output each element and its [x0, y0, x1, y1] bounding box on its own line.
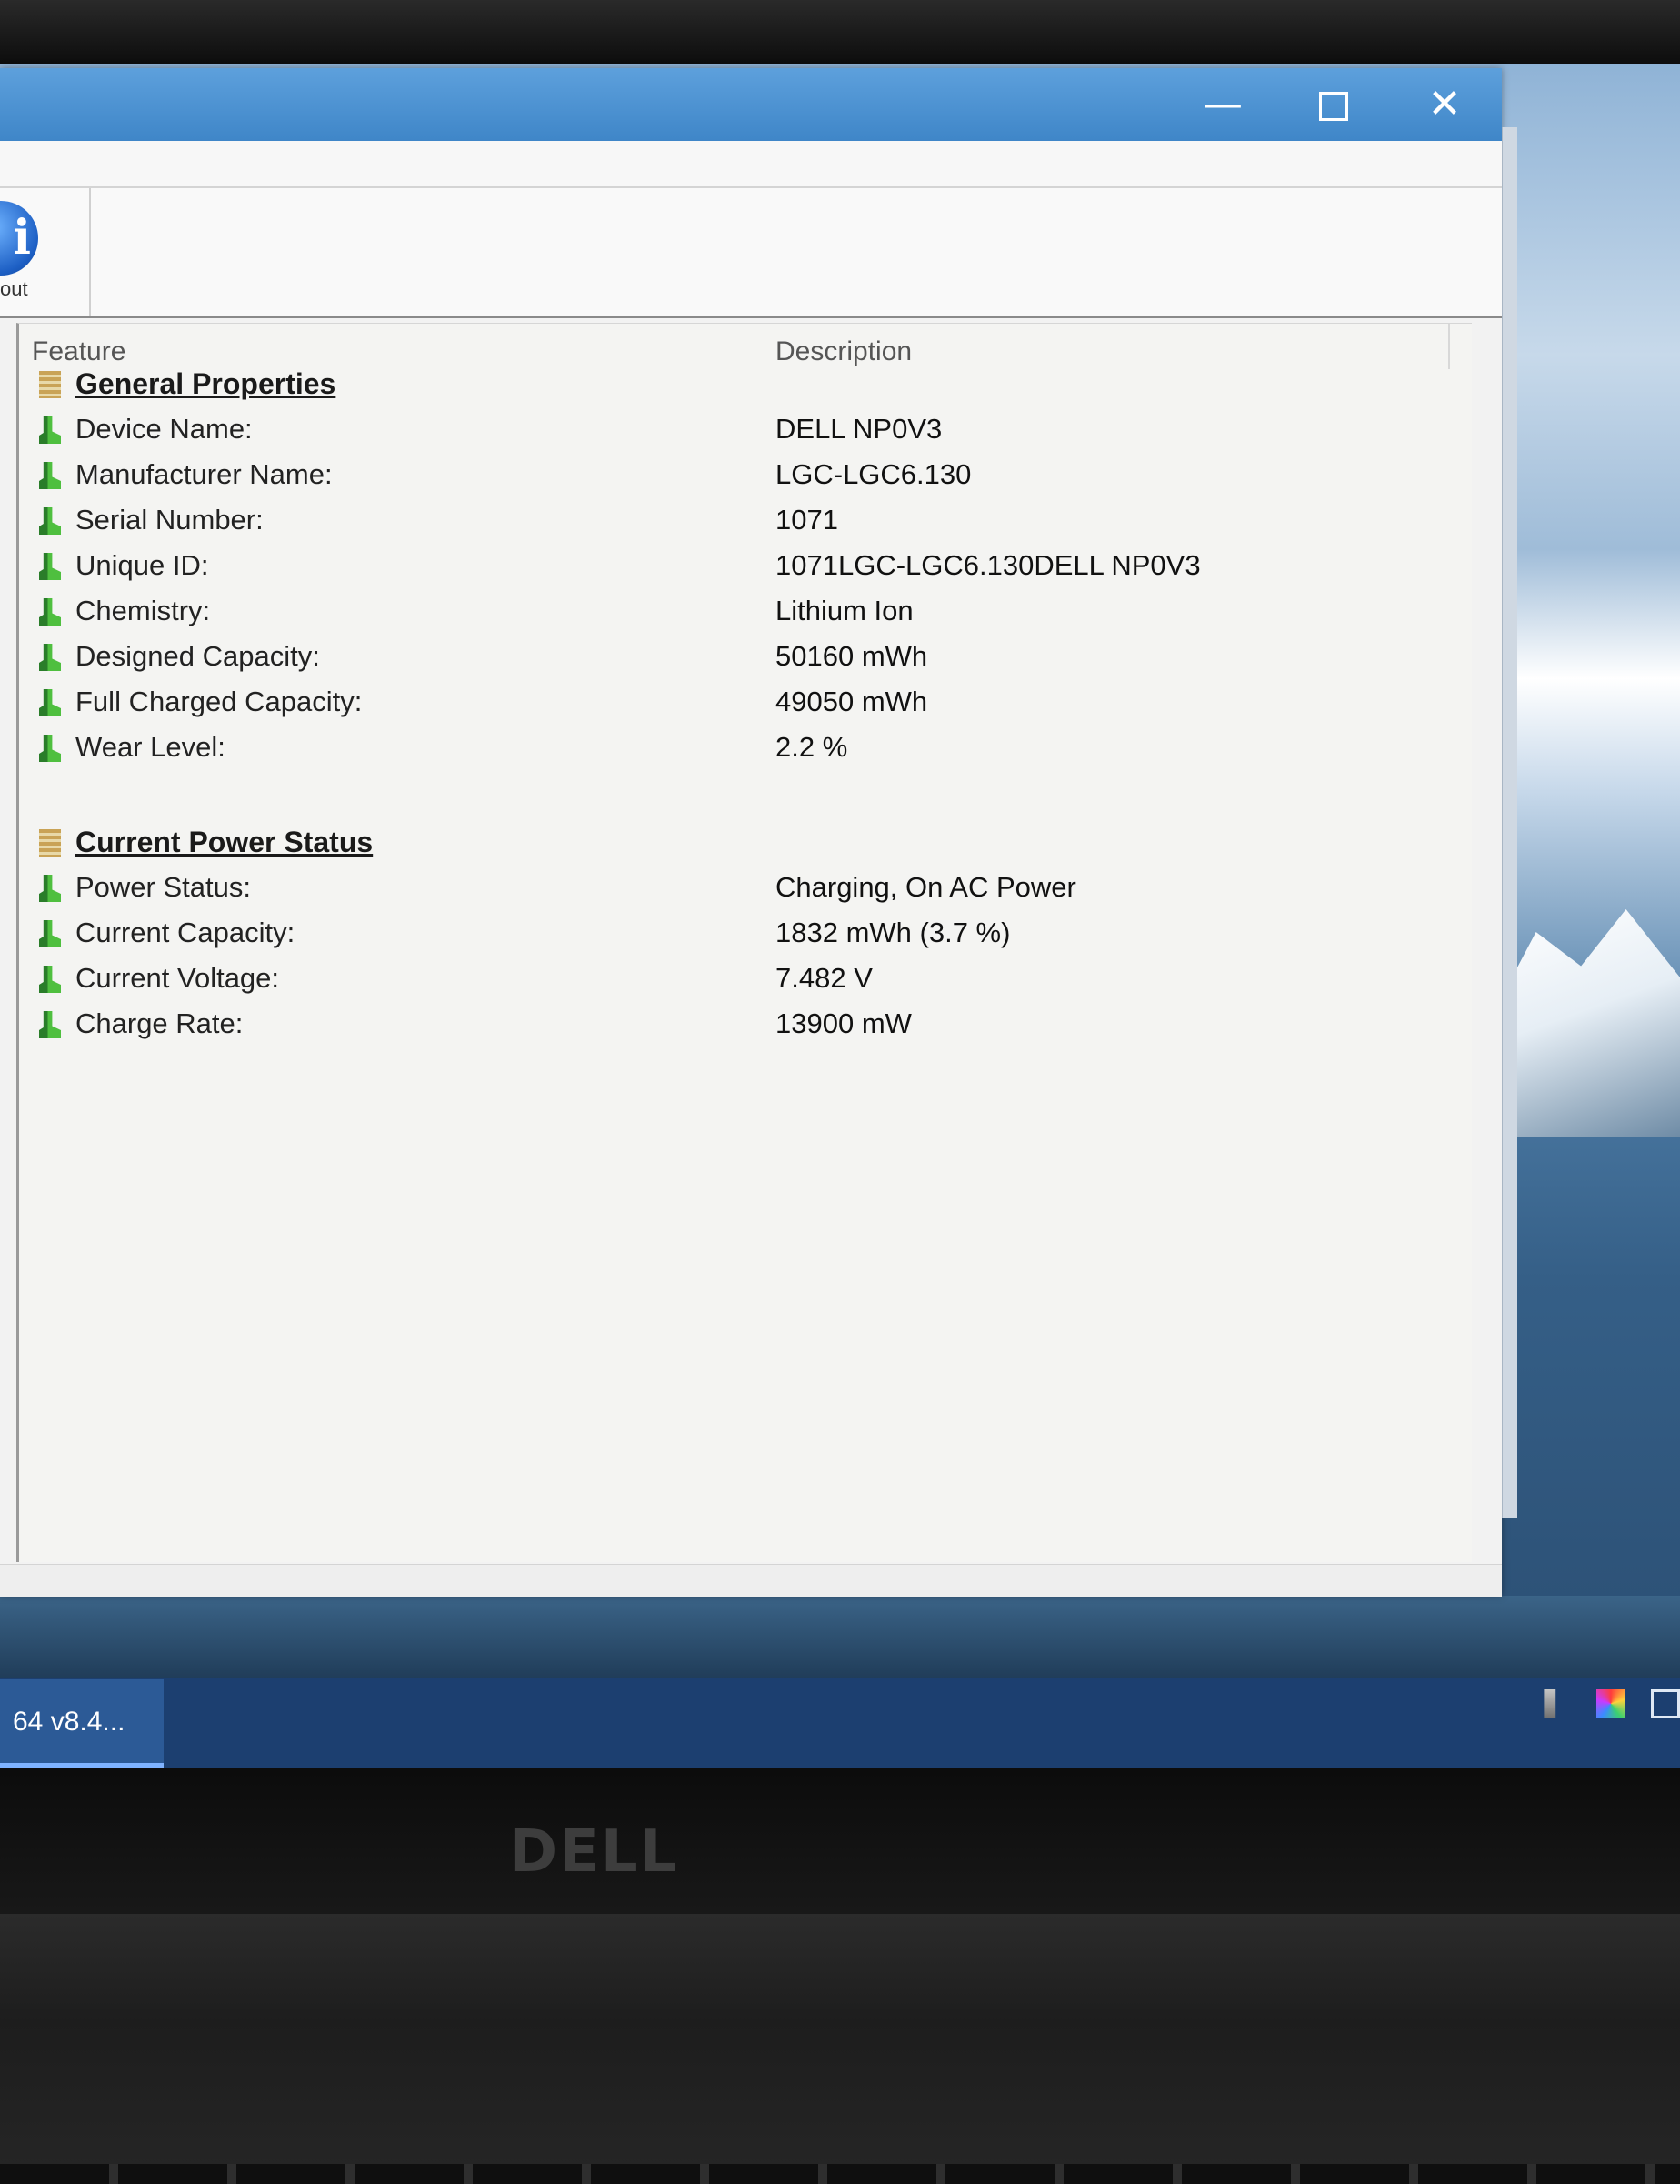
feature-label: Unique ID: — [75, 549, 209, 581]
list-item[interactable]: Power Status: Charging, On AC Power — [32, 871, 1305, 907]
folder-group-icon — [39, 829, 61, 857]
list-item[interactable]: Device Name: DELL NP0V3 — [32, 413, 1305, 449]
list-item[interactable]: Designed Capacity: 50160 mWh — [32, 640, 1305, 676]
feature-label: Current Voltage: — [75, 962, 280, 994]
laptop-chassis — [0, 1914, 1680, 2184]
maximize-icon — [1319, 92, 1348, 121]
feature-value: LGC-LGC6.130 — [775, 458, 972, 490]
feature-value: 13900 mW — [775, 1007, 912, 1039]
wallpaper-sea — [0, 1596, 1680, 1682]
battery-leaf-icon — [39, 735, 61, 762]
list-item[interactable]: Current Capacity: 1832 mWh (3.7 %) — [32, 917, 1305, 953]
maximize-button[interactable] — [1284, 77, 1384, 132]
feature-label: Wear Level: — [75, 731, 225, 763]
battery-leaf-icon — [39, 507, 61, 535]
close-button[interactable]: ✕ — [1395, 77, 1495, 132]
keyboard-top-row — [0, 2164, 1680, 2184]
taskbar-item-active[interactable]: 64 v8.4... — [0, 1679, 164, 1768]
battery-info-window: — ✕ i out Feature Description General Pr… — [0, 68, 1502, 1597]
folder-group-icon — [39, 371, 61, 398]
battery-leaf-icon — [39, 416, 61, 444]
feature-label: Chemistry: — [75, 595, 211, 626]
background-window-edge — [1502, 127, 1517, 1518]
feature-list: Feature Description General Properties D… — [16, 323, 1472, 1562]
dell-logo: DELL — [509, 1818, 679, 1886]
feature-label: Charge Rate: — [75, 1007, 244, 1039]
group-general-properties[interactable]: General Properties — [32, 367, 1305, 404]
about-button-label: out — [0, 277, 28, 300]
window-titlebar[interactable]: — ✕ — [0, 68, 1502, 141]
toolbar: i out — [0, 188, 1502, 318]
menu-bar — [0, 141, 1502, 188]
feature-value: DELL NP0V3 — [775, 413, 943, 445]
list-item[interactable]: Chemistry: Lithium Ion — [32, 595, 1305, 631]
feature-value: 1071LGC-LGC6.130DELL NP0V3 — [775, 549, 1201, 581]
feature-value: 50160 mWh — [775, 640, 928, 672]
feature-value: 1832 mWh (3.7 %) — [775, 917, 1011, 948]
list-item[interactable]: Serial Number: 1071 — [32, 504, 1305, 540]
list-item[interactable]: Current Voltage: 7.482 V — [32, 962, 1305, 998]
feature-label: Power Status: — [75, 871, 251, 903]
feature-label: Serial Number: — [75, 504, 264, 536]
battery-leaf-icon — [39, 598, 61, 626]
feature-label: Full Charged Capacity: — [75, 686, 363, 717]
feature-value: 49050 mWh — [775, 686, 928, 717]
group-title: General Properties — [75, 367, 336, 400]
list-item[interactable]: Charge Rate: 13900 mW — [32, 1007, 1305, 1044]
column-header-description[interactable]: Description — [775, 336, 912, 367]
color-tray-icon[interactable] — [1596, 1689, 1625, 1718]
feature-label: Current Capacity: — [75, 917, 295, 948]
battery-leaf-icon — [39, 966, 61, 993]
list-item[interactable]: Wear Level: 2.2 % — [32, 731, 1305, 767]
laptop-bezel-bottom — [0, 1768, 1680, 1914]
about-button[interactable]: i out — [0, 188, 91, 316]
taskbar-item-label: 64 v8.4... — [13, 1707, 125, 1737]
feature-value: 2.2 % — [775, 731, 848, 763]
battery-leaf-icon — [39, 462, 61, 489]
status-bar — [0, 1564, 1502, 1597]
battery-leaf-icon — [39, 1011, 61, 1038]
feature-value: Charging, On AC Power — [775, 871, 1076, 903]
minimize-button[interactable]: — — [1173, 77, 1273, 132]
laptop-bezel-top — [0, 0, 1680, 64]
list-item[interactable]: Unique ID: 1071LGC-LGC6.130DELL NP0V3 — [32, 549, 1305, 586]
column-header-feature[interactable]: Feature — [32, 336, 125, 367]
list-item[interactable]: Full Charged Capacity: 49050 mWh — [32, 686, 1305, 722]
battery-leaf-icon — [39, 689, 61, 716]
feature-label: Device Name: — [75, 413, 253, 445]
feature-value: 7.482 V — [775, 962, 873, 994]
group-current-power-status[interactable]: Current Power Status — [32, 826, 1305, 862]
battery-leaf-icon — [39, 875, 61, 902]
list-item[interactable]: Manufacturer Name: LGC-LGC6.130 — [32, 458, 1305, 495]
info-icon: i — [0, 201, 38, 276]
feature-label: Manufacturer Name: — [75, 458, 333, 490]
taskbar: 64 v8.4... — [0, 1678, 1680, 1768]
group-title: Current Power Status — [75, 826, 374, 858]
battery-leaf-icon — [39, 920, 61, 947]
column-separator — [1448, 324, 1450, 369]
feature-value: 1071 — [775, 504, 838, 536]
battery-leaf-icon — [39, 553, 61, 580]
battery-leaf-icon — [39, 644, 61, 671]
feature-label: Designed Capacity: — [75, 640, 320, 672]
feature-value: Lithium Ion — [775, 595, 914, 626]
network-tray-icon[interactable] — [1651, 1689, 1680, 1718]
